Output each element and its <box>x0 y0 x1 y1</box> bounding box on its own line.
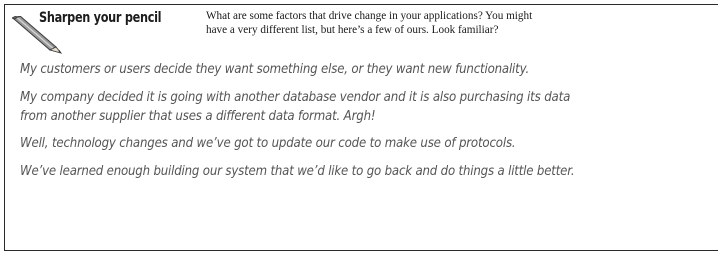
sharpen-pencil-exercise: Sharpen your pencil What are some factor… <box>0 0 723 256</box>
exercise-box-border <box>4 4 718 251</box>
instructions-line-2: have a very different list, but here’s a… <box>206 23 499 36</box>
instructions-line-1: What are some factors that drive change … <box>206 10 533 22</box>
exercise-title: Sharpen your pencil <box>39 10 162 26</box>
handwritten-answer: My company decided it is going with anot… <box>20 89 571 105</box>
handwritten-answer: My customers or users decide they want s… <box>20 61 530 77</box>
handwritten-answer: We’ve learned enough building our system… <box>20 163 575 179</box>
exercise-instructions: What are some factors that drive change … <box>206 10 606 37</box>
handwritten-answer-continued: from another supplier that uses a differ… <box>20 108 376 124</box>
handwritten-answer: Well, technology changes and we’ve got t… <box>20 135 516 151</box>
